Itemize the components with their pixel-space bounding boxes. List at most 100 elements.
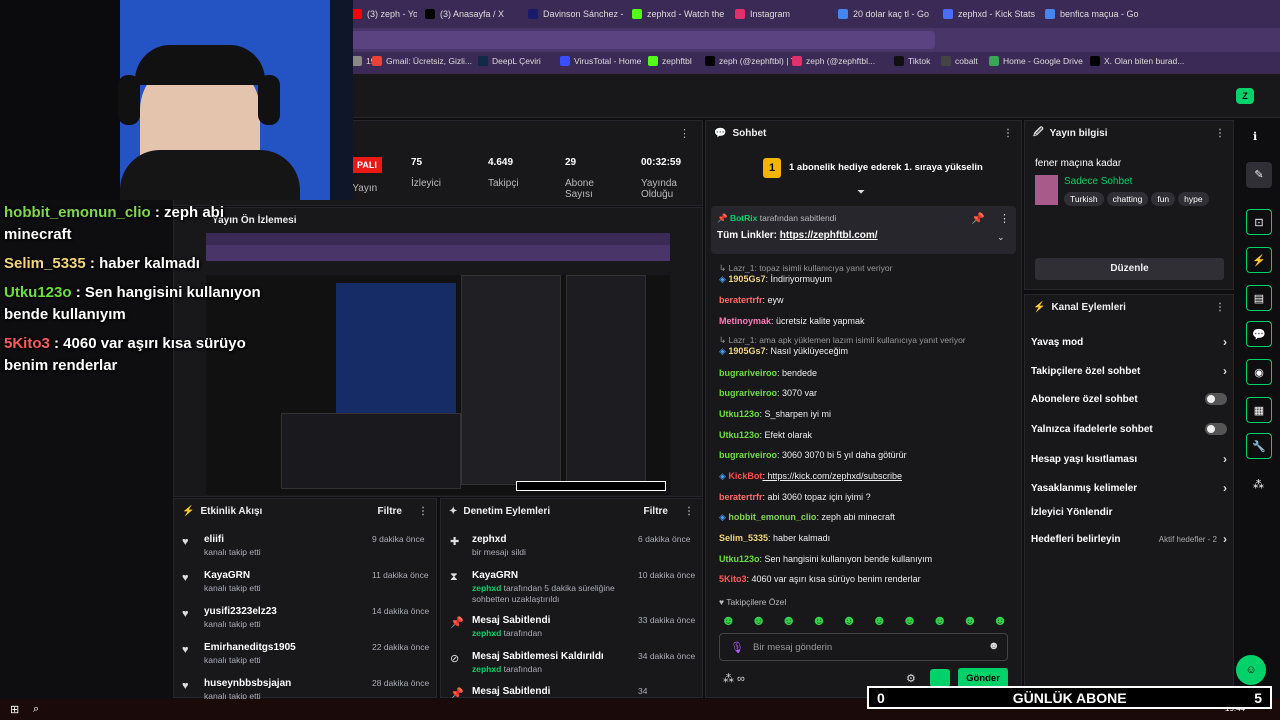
chat-message[interactable]: beratertrfr: abi 3060 topaz için iyimi ?: [719, 492, 871, 502]
document-icon[interactable]: ▤: [1246, 285, 1272, 311]
moderation-actor[interactable]: zephxd: [472, 664, 501, 674]
activity-user[interactable]: huseynbbsbsjajan: [204, 678, 291, 689]
chat-username[interactable]: 5Kito3: [719, 574, 747, 584]
bookmark-item[interactable]: Gmail: Ücretsiz, Gizli...: [372, 56, 472, 66]
chat-input[interactable]: 🎙 Bir mesaj gönderin ☻: [719, 633, 1008, 661]
browser-tab[interactable]: Davinson Sánchez -: [528, 4, 624, 24]
channel-action-item[interactable]: Takipçilere özel sohbet ›: [1031, 364, 1227, 378]
channel-action-item[interactable]: Yavaş mod ›: [1031, 335, 1227, 349]
activity-user[interactable]: eliifi: [204, 534, 261, 545]
chat-message[interactable]: bugrariveiroo: bendede: [719, 368, 817, 378]
bookmark-item[interactable]: VirusTotal - Home: [560, 56, 641, 66]
chat-options-icon[interactable]: ⁂ ∞: [723, 672, 745, 685]
chat-message[interactable]: Utku123o: S_sharpen iyi mi: [719, 409, 831, 419]
chat-username[interactable]: hobbit_emonun_clio: [728, 512, 816, 522]
chat-message[interactable]: Utku123o: Sen hangisini kullanıyon bende…: [719, 554, 932, 564]
chat-username[interactable]: bugrariveiroo: [719, 450, 777, 460]
chat-message[interactable]: bugrariveiroo: 3070 var: [719, 388, 817, 398]
panel-menu-icon[interactable]: ⋮: [1215, 128, 1225, 139]
panel-menu-icon[interactable]: ⋮: [418, 506, 428, 517]
scroll-down-icon[interactable]: ⏷: [857, 187, 865, 198]
chat-username[interactable]: bugrariveiroo: [719, 368, 777, 378]
bookmark-item[interactable]: zeph (@zephftbl...: [792, 56, 875, 66]
bookmark-item[interactable]: cobalt: [941, 56, 978, 66]
emote-icon[interactable]: ☻: [781, 612, 796, 628]
chat-username[interactable]: beratertrfr: [719, 492, 763, 502]
chat-message[interactable]: ◈ hobbit_emonun_clio: zeph abi minecraft: [719, 512, 895, 523]
bookmark-item[interactable]: zephftbl: [648, 56, 692, 66]
chat-message[interactable]: 5Kito3: 4060 var aşırı kısa sürüyo benim…: [719, 574, 921, 584]
chat-username[interactable]: KickBot: [728, 471, 762, 481]
search-icon[interactable]: ⌕: [33, 703, 39, 716]
panel-menu-icon[interactable]: ⋮: [684, 506, 694, 517]
microphone-icon[interactable]: 🎙: [730, 641, 744, 654]
moderation-actor[interactable]: zephxd: [472, 583, 501, 593]
activity-filter-button[interactable]: Filtre: [378, 506, 402, 517]
bot-icon[interactable]: [930, 669, 950, 687]
panel-menu-icon[interactable]: ⋮: [1215, 302, 1225, 313]
emote-icon[interactable]: ☻: [993, 612, 1008, 628]
browser-tab[interactable]: Instagram: [735, 4, 830, 24]
category-name[interactable]: Sadece Sohbet: [1064, 176, 1132, 187]
chat-icon[interactable]: 💬: [1246, 321, 1272, 347]
emote-icon[interactable]: ☻: [721, 612, 736, 628]
stream-tag[interactable]: Turkish: [1064, 192, 1104, 206]
moderation-actor[interactable]: zephxd: [472, 628, 501, 638]
bolt-icon[interactable]: ⚡: [1246, 247, 1272, 273]
browser-tab[interactable]: 20 dolar kaç tl - Go: [838, 4, 935, 24]
gift-banner[interactable]: 1 abonelik hediye ederek 1. sıraya yükse…: [789, 162, 983, 173]
chat-username[interactable]: Utku123o: [719, 554, 760, 564]
chat-message[interactable]: Selim_5335: haber kalmadı: [719, 533, 830, 543]
url-input[interactable]: [350, 31, 935, 49]
browser-tab[interactable]: zephxd - Kick Stats: [943, 4, 1037, 24]
chat-username[interactable]: Utku123o: [719, 409, 760, 419]
emote-icon[interactable]: ☻: [872, 612, 887, 628]
settings-icon[interactable]: ⚙: [906, 672, 916, 685]
toggle-switch[interactable]: [1205, 423, 1227, 435]
chat-message[interactable]: beratertrfr: eyw: [719, 295, 784, 305]
activity-user[interactable]: Emirhaneditgs1905: [204, 642, 296, 653]
server-icon[interactable]: ▦: [1246, 397, 1272, 423]
wrench-icon[interactable]: 🔧: [1246, 433, 1272, 459]
browser-tab[interactable]: benfica maçua - Go: [1045, 4, 1142, 24]
panel-menu-icon[interactable]: ⋮: [1003, 128, 1013, 139]
pinned-link[interactable]: https://zephftbl.com/: [780, 230, 878, 241]
chat-message[interactable]: ◈ KickBot: https://kick.com/zephxd/subsc…: [719, 471, 902, 482]
stream-tag[interactable]: chatting: [1106, 192, 1149, 206]
emote-icon[interactable]: ☻: [932, 612, 947, 628]
stream-tag[interactable]: fun: [1151, 192, 1176, 206]
bookmark-item[interactable]: DeepL Çeviri: [478, 56, 541, 66]
emote-icon[interactable]: ☻: [902, 612, 917, 628]
emote-icon[interactable]: ☻: [842, 612, 857, 628]
chat-message[interactable]: ◈ 1905Gs7: İndiriyormuyum: [719, 274, 832, 285]
emote-icon[interactable]: ☻: [812, 612, 827, 628]
broadcast-icon[interactable]: ◉: [1246, 359, 1272, 385]
expand-icon[interactable]: ⌄: [997, 232, 1005, 243]
info-icon[interactable]: ℹ: [1253, 130, 1257, 143]
unpin-icon[interactable]: 📌: [971, 212, 985, 225]
pinned-message[interactable]: 📌 BotRix tarafından sabitlendi Tüm Linkl…: [711, 206, 1016, 254]
edit-button[interactable]: Düzenle: [1035, 258, 1224, 280]
channel-action-item[interactable]: Hedefleri belirleyin Aktif hedefler - 2 ›: [1031, 532, 1227, 546]
support-icon[interactable]: ☺: [1236, 655, 1266, 685]
channel-action-item[interactable]: Yalnızca ifadelerle sohbet: [1031, 423, 1227, 435]
panel-menu-icon[interactable]: ⋮: [679, 127, 690, 140]
channel-action-item[interactable]: Hesap yaşı kısıtlaması ›: [1031, 452, 1227, 466]
chat-message[interactable]: Utku123o: Efekt olarak: [719, 430, 812, 440]
emoji-icon[interactable]: ☻: [988, 640, 1000, 652]
chat-message[interactable]: Metinoymak: ücretsiz kalite yapmak: [719, 316, 865, 326]
bookmark-item[interactable]: Tiktok: [894, 56, 930, 66]
apps-icon[interactable]: ⁂: [1253, 478, 1264, 491]
bookmark-item[interactable]: Home - Google Drive: [989, 56, 1083, 66]
chat-username[interactable]: bugrariveiroo: [719, 388, 777, 398]
chat-message[interactable]: bugrariveiroo: 3060 3070 bi 5 yıl daha g…: [719, 450, 907, 460]
moderation-filter-button[interactable]: Filtre: [644, 506, 668, 517]
channel-action-item[interactable]: Yasaklanmış kelimeler ›: [1031, 481, 1227, 495]
kick-logo[interactable]: Z: [1236, 88, 1254, 104]
browser-tab[interactable]: (3) Anasayfa / X: [425, 4, 520, 24]
channel-action-item[interactable]: Abonelere özel sohbet: [1031, 393, 1227, 405]
toggle-switch[interactable]: [1205, 393, 1227, 405]
edit-icon[interactable]: ✎: [1246, 162, 1272, 188]
windows-icon[interactable]: ⊞: [10, 703, 19, 716]
bookmark-item[interactable]: X. Olan biten burad...: [1090, 56, 1184, 66]
